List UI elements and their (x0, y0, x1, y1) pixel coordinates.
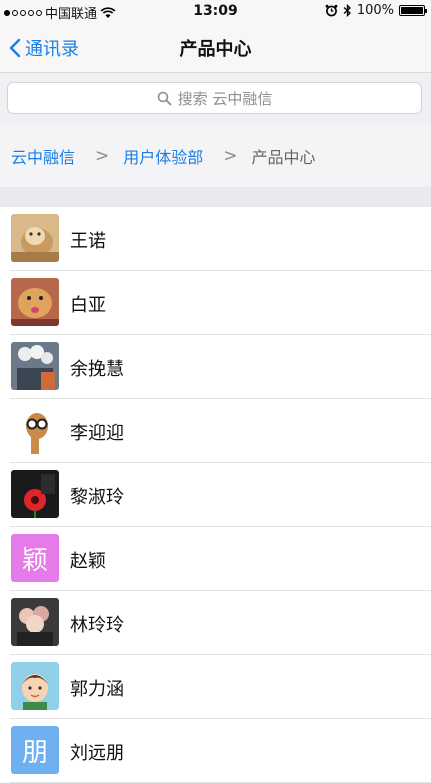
contact-name: 余挽慧 (70, 359, 124, 380)
contact-row[interactable]: 王诺 (0, 207, 431, 271)
contact-name: 刘远朋 (70, 743, 124, 764)
search-input[interactable]: 搜索 云中融信 (7, 82, 422, 114)
avatar-letter: 朋 (21, 737, 48, 768)
avatar (11, 470, 59, 518)
contact-name: 白亚 (70, 295, 106, 316)
contact-list: 王诺 白亚 余挽慧 李迎迎 黎淑玲 颖 赵颖 林玲玲 郭力涵 朋 刘远朋 (0, 207, 431, 783)
search-placeholder: 搜索 云中融信 (177, 89, 273, 108)
battery-icon (399, 5, 427, 16)
avatar (11, 342, 59, 390)
status-bar: 中国联通 13:09 100% (0, 0, 431, 22)
breadcrumb: 云中融信 > 用户体验部 > 产品中心 (0, 125, 431, 187)
navigation-bar: 通讯录 产品中心 (0, 22, 431, 73)
contact-row[interactable]: 余挽慧 (0, 335, 431, 399)
avatar (11, 278, 59, 326)
contact-row[interactable]: 颖 赵颖 (0, 527, 431, 591)
battery-percent: 100% (356, 3, 394, 18)
contact-name: 赵颖 (70, 551, 106, 572)
chevron-right-icon: > (95, 146, 110, 166)
contact-row[interactable]: 黎淑玲 (0, 463, 431, 527)
breadcrumb-item-department[interactable]: 用户体验部 (123, 144, 203, 168)
avatar (11, 406, 59, 454)
bluetooth-icon (343, 4, 351, 17)
breadcrumb-item-company[interactable]: 云中融信 (11, 144, 75, 168)
avatar-letter: 颖 (21, 545, 48, 576)
status-right: 100% (325, 3, 427, 18)
avatar: 颖 (11, 534, 59, 582)
back-label: 通讯录 (25, 39, 79, 60)
search-bar: 搜索 云中融信 (0, 73, 431, 125)
contact-name: 黎淑玲 (70, 487, 124, 508)
chevron-right-icon: > (223, 146, 238, 166)
contact-name: 王诺 (70, 231, 106, 252)
contact-name: 郭力涵 (70, 679, 124, 700)
avatar (11, 598, 59, 646)
contact-name: 林玲玲 (70, 615, 124, 636)
contact-row[interactable]: 白亚 (0, 271, 431, 335)
alarm-icon (325, 4, 338, 17)
contact-name: 李迎迎 (70, 423, 124, 444)
contact-row[interactable]: 朋 刘远朋 (0, 719, 431, 783)
avatar (11, 662, 59, 710)
search-icon (157, 91, 172, 105)
contact-row[interactable]: 李迎迎 (0, 399, 431, 463)
chevron-left-icon (9, 38, 21, 58)
back-button[interactable]: 通讯录 (8, 35, 79, 61)
contact-row[interactable]: 郭力涵 (0, 655, 431, 719)
breadcrumb-item-current: 产品中心 (251, 148, 316, 167)
contact-row[interactable]: 林玲玲 (0, 591, 431, 655)
avatar: 朋 (11, 726, 59, 774)
section-divider (0, 187, 431, 207)
avatar (11, 214, 59, 262)
